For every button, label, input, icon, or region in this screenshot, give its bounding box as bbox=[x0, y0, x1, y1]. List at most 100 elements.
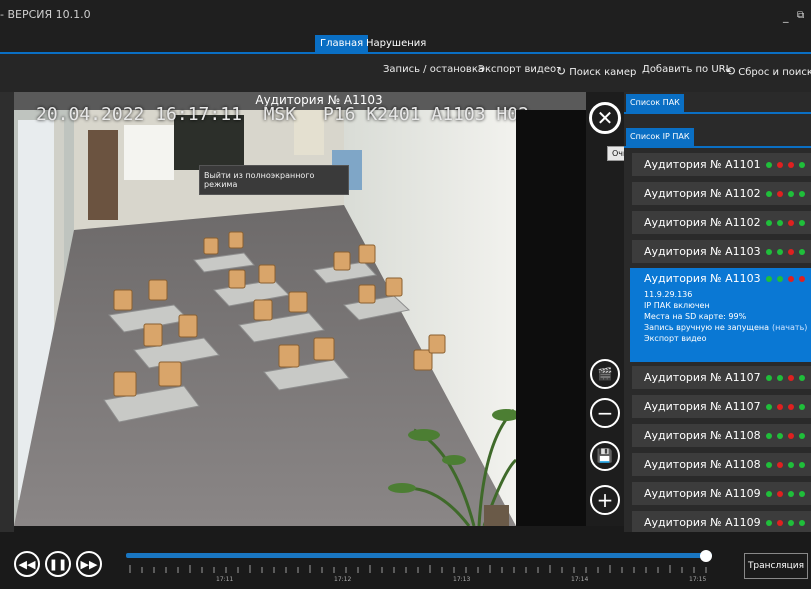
export-video-link[interactable]: Экспорт видео bbox=[644, 333, 811, 344]
status-dot bbox=[787, 520, 794, 526]
timeline-label: 17:15 bbox=[689, 576, 707, 583]
status-dot bbox=[798, 520, 805, 526]
status-dot bbox=[787, 220, 794, 226]
list-item[interactable]: Аудитория № А1102 bbox=[632, 211, 811, 234]
status-dot bbox=[765, 520, 772, 526]
detail-ip: 11.9.29.136 bbox=[644, 290, 693, 299]
close-button[interactable]: ✕ bbox=[589, 102, 621, 134]
ip-pak-tab-underline bbox=[624, 146, 811, 148]
list-item[interactable]: Аудитория № А1103 bbox=[632, 240, 811, 263]
export-video-button[interactable]: Экспорт видео bbox=[478, 64, 556, 75]
list-item-label: Аудитория № А1107 bbox=[644, 400, 761, 413]
status-dot bbox=[787, 375, 794, 381]
status-dot bbox=[776, 433, 783, 439]
clapper-button[interactable]: 🎬 bbox=[590, 359, 620, 389]
video-letterbox bbox=[516, 110, 586, 526]
maximize-button[interactable]: ⧉ bbox=[797, 10, 804, 21]
list-item[interactable]: Аудитория № А1102 bbox=[632, 182, 811, 205]
list-item[interactable]: Аудитория № А1109 bbox=[632, 511, 811, 534]
status-dot bbox=[798, 276, 805, 282]
refresh-icon: ↻ bbox=[556, 64, 567, 78]
detail-sd-space: Места на SD карте: 99% bbox=[644, 312, 747, 321]
recording-status: Запись вручную не запущена bbox=[644, 323, 770, 332]
status-dot bbox=[765, 162, 772, 168]
list-item-label: Аудитория № А1109 bbox=[644, 487, 761, 500]
list-item[interactable]: Аудитория № А1109 bbox=[632, 482, 811, 505]
list-item-label: Аудитория № А1101 bbox=[644, 158, 761, 171]
tab-violations[interactable]: Нарушения bbox=[361, 35, 431, 52]
search-cameras-label: Поиск камер bbox=[569, 67, 637, 78]
status-dot bbox=[765, 276, 772, 282]
status-dot bbox=[776, 404, 783, 410]
detail-ip-status: IP ПАК включен bbox=[644, 301, 710, 310]
fast-forward-button[interactable]: ▶▶ bbox=[76, 551, 102, 577]
start-recording-link[interactable]: (начать) bbox=[772, 323, 807, 332]
status-dot bbox=[765, 462, 772, 468]
list-item[interactable]: Аудитория № А1107 bbox=[632, 366, 811, 389]
tab-ip-pak-list[interactable]: Список IP ПАК bbox=[626, 128, 694, 146]
timeline-label: 17:11 bbox=[216, 576, 234, 583]
reset-icon: ⟲ bbox=[725, 64, 736, 78]
reset-search-label: Сброс и поиск ПАК bbox=[738, 67, 811, 78]
plus-icon: + bbox=[596, 488, 614, 512]
list-item-label: Аудитория № А1103 bbox=[644, 245, 761, 258]
zoom-in-button[interactable]: + bbox=[590, 485, 620, 515]
list-item-label: Аудитория № А1108 bbox=[644, 429, 761, 442]
status-dot bbox=[776, 162, 783, 168]
status-dot bbox=[776, 520, 783, 526]
status-dot bbox=[776, 375, 783, 381]
reset-search-button[interactable]: ⟲ Сброс и поиск ПАК bbox=[725, 64, 811, 78]
status-dot bbox=[787, 191, 794, 197]
status-dot bbox=[776, 491, 783, 497]
list-item-label: Аудитория № А1102 bbox=[644, 216, 761, 229]
timeline-track[interactable] bbox=[126, 553, 712, 558]
list-item[interactable]: Аудитория № А1108 bbox=[632, 424, 811, 447]
status-dot bbox=[798, 462, 805, 468]
pak-tab-underline bbox=[624, 112, 811, 114]
status-dot bbox=[765, 191, 772, 197]
detail-recording: Запись вручную не запущена (начать) bbox=[644, 322, 811, 333]
status-dot bbox=[765, 433, 772, 439]
add-by-url-button[interactable]: Добавить по URL bbox=[642, 64, 731, 75]
timeline-label: 17:13 bbox=[453, 576, 471, 583]
status-dot bbox=[798, 191, 805, 197]
zoom-out-button[interactable]: − bbox=[590, 398, 620, 428]
status-dot bbox=[798, 433, 805, 439]
status-dot bbox=[787, 404, 794, 410]
exit-fullscreen-tooltip: Выйти из полноэкранного режима bbox=[199, 165, 349, 195]
status-dot bbox=[798, 404, 805, 410]
status-dot bbox=[798, 375, 805, 381]
status-dot bbox=[776, 249, 783, 255]
record-stop-button[interactable]: Запись / остановка bbox=[383, 64, 484, 75]
list-item-label: Аудитория № А1103 bbox=[644, 272, 761, 285]
list-item[interactable]: Аудитория № А1101 bbox=[632, 153, 811, 176]
list-item-active[interactable]: Аудитория № А1103 11.9.29.136 IP ПАК включ… bbox=[630, 268, 811, 362]
list-item[interactable]: Аудитория № А1108 bbox=[632, 453, 811, 476]
list-item-label: Аудитория № А1107 bbox=[644, 371, 761, 384]
status-dot bbox=[798, 491, 805, 497]
minimize-button[interactable]: _ bbox=[783, 10, 789, 23]
save-button[interactable]: 💾 bbox=[590, 441, 620, 471]
rewind-icon: ◀◀ bbox=[18, 557, 36, 571]
status-dot bbox=[787, 162, 794, 168]
status-dot bbox=[765, 220, 772, 226]
status-dot bbox=[798, 220, 805, 226]
minus-icon: − bbox=[596, 401, 614, 425]
title-bar bbox=[0, 0, 811, 34]
list-item-label: Аудитория № А1102 bbox=[644, 187, 761, 200]
app-title: - ВЕРСИЯ 10.1.0 bbox=[0, 8, 91, 21]
search-cameras-button[interactable]: ↻ Поиск камер bbox=[556, 64, 636, 78]
rewind-button[interactable]: ◀◀ bbox=[14, 551, 40, 577]
pause-button[interactable]: ❚❚ bbox=[45, 551, 71, 577]
tab-pak-list[interactable]: Список ПАК bbox=[626, 94, 684, 112]
timeline-label: 17:12 bbox=[334, 576, 352, 583]
save-icon: 💾 bbox=[596, 448, 614, 464]
osd-camera-code: P16 K2401 A1103 H02 bbox=[323, 104, 529, 125]
pause-icon: ❚❚ bbox=[48, 557, 68, 571]
status-dot bbox=[765, 404, 772, 410]
status-dot bbox=[798, 162, 805, 168]
list-item-name: Аудитория № А1103 bbox=[644, 272, 811, 285]
status-dot bbox=[787, 433, 794, 439]
list-item[interactable]: Аудитория № А1107 bbox=[632, 395, 811, 418]
broadcast-button[interactable]: Трансляция bbox=[744, 553, 808, 579]
